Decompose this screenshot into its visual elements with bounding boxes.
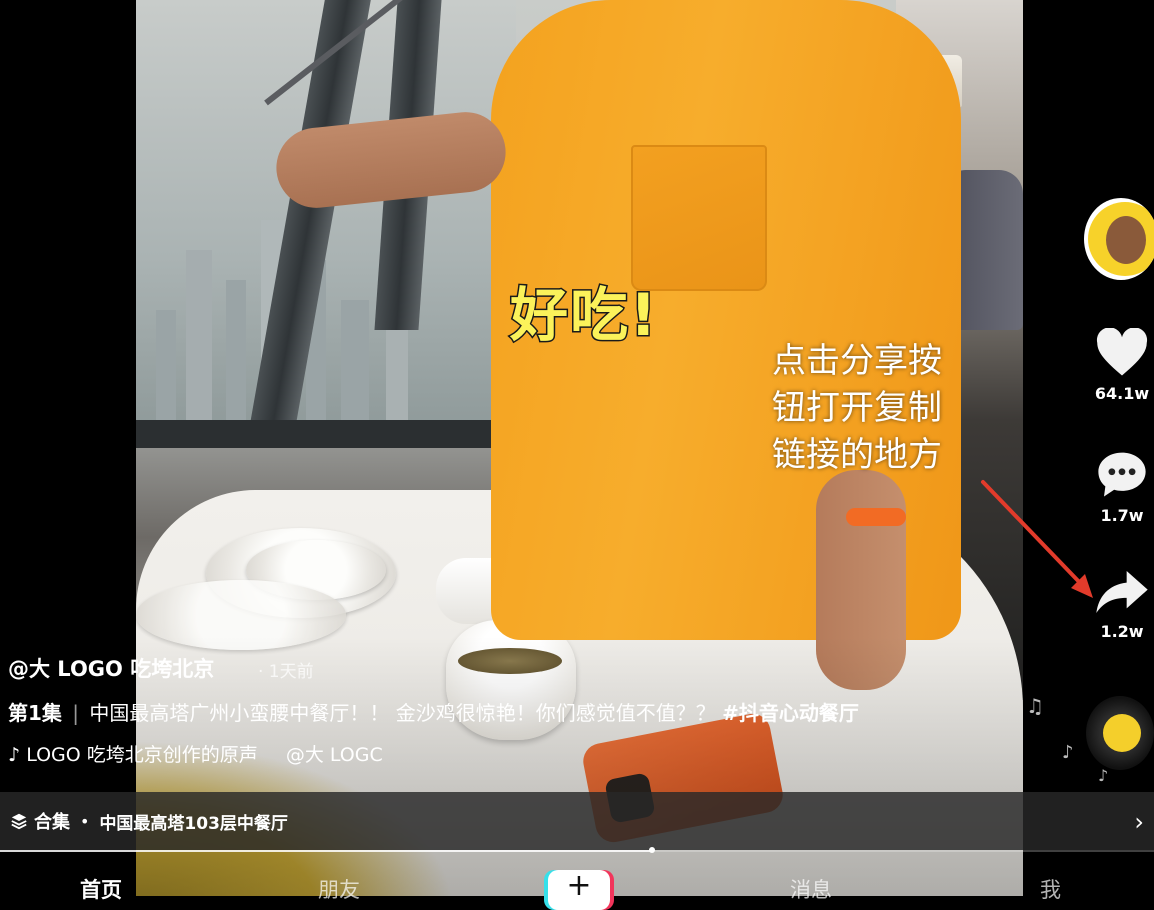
video-caption-note: 点击分享按 钮打开复制 链接的地方 bbox=[772, 338, 992, 479]
like-count: 64.1w bbox=[1094, 384, 1150, 403]
comment-count: 1.7w bbox=[1100, 506, 1144, 525]
caption-line: 点击分享按 bbox=[772, 341, 942, 381]
tab-home[interactable]: 首页 bbox=[80, 874, 122, 904]
music-disc-icon[interactable] bbox=[1086, 696, 1154, 770]
separator-dot: • bbox=[80, 811, 90, 831]
share-button[interactable]: 1.2w bbox=[1090, 568, 1154, 641]
layers-icon bbox=[11, 813, 27, 830]
collection-title: 中国最高塔103层中餐厅 bbox=[99, 813, 288, 834]
tab-friends[interactable]: 朋友 bbox=[318, 874, 360, 904]
wristband bbox=[846, 508, 906, 526]
bottom-tab-bar: 首页 朋友 + 消息 我 bbox=[0, 852, 1154, 910]
episode-label[interactable]: 第1集 bbox=[8, 701, 62, 725]
tab-me[interactable]: 我 bbox=[1040, 874, 1061, 904]
sound-text: LOGO 吃垮北京创作的原声 bbox=[26, 744, 258, 766]
description-text: 中国最高塔广州小蛮腰中餐厅！！ 金沙鸡很惊艳！你们感觉值不值？？ bbox=[89, 701, 716, 725]
comment-button[interactable]: 1.7w bbox=[1090, 448, 1154, 525]
music-note-icon: ♫ bbox=[1026, 694, 1044, 718]
sound-mention: @大 LOGC bbox=[285, 744, 383, 766]
video-caption-yummy: 好吃! bbox=[508, 280, 659, 351]
plus-icon: + bbox=[566, 868, 592, 903]
create-button[interactable]: + bbox=[548, 868, 610, 910]
caption-line: 链接的地方 bbox=[772, 435, 942, 475]
author-avatar[interactable] bbox=[1084, 198, 1154, 280]
music-note-icon: ♪ bbox=[1062, 742, 1074, 763]
share-count: 1.2w bbox=[1100, 622, 1144, 641]
collection-bar[interactable]: 合集 • 中国最高塔103层中餐厅 › bbox=[0, 792, 1154, 850]
sound-info[interactable]: ♪ LOGO 吃垮北京创作的原声 @大 LOGC bbox=[8, 740, 468, 767]
tab-messages[interactable]: 消息 bbox=[790, 874, 832, 904]
video-description: 第1集 | 中国最高塔广州小蛮腰中餐厅！！ 金沙鸡很惊艳！你们感觉值不值？？ #… bbox=[8, 697, 859, 726]
like-button[interactable]: 64.1w bbox=[1090, 328, 1154, 403]
music-note-icon: ♪ bbox=[1098, 766, 1109, 785]
tiktok-note-icon: ♪ bbox=[8, 744, 21, 766]
comment-icon bbox=[1098, 452, 1146, 497]
hashtag-link[interactable]: #抖音心动餐厅 bbox=[722, 701, 859, 725]
collection-label: 合集 bbox=[34, 812, 70, 833]
share-icon bbox=[1096, 571, 1148, 613]
author-name[interactable]: @大 LOGO 吃垮北京 bbox=[8, 653, 214, 683]
post-time: · 1天前 bbox=[258, 662, 314, 682]
window-frame bbox=[136, 420, 516, 448]
caption-line: 钮打开复制 bbox=[772, 388, 942, 428]
music-disc-cover bbox=[1103, 714, 1141, 752]
separator: | bbox=[72, 701, 80, 725]
avatar-face bbox=[1106, 216, 1146, 264]
heart-icon bbox=[1096, 328, 1148, 376]
avatar-bg bbox=[1088, 202, 1154, 276]
chevron-right-icon[interactable]: › bbox=[1134, 808, 1144, 836]
